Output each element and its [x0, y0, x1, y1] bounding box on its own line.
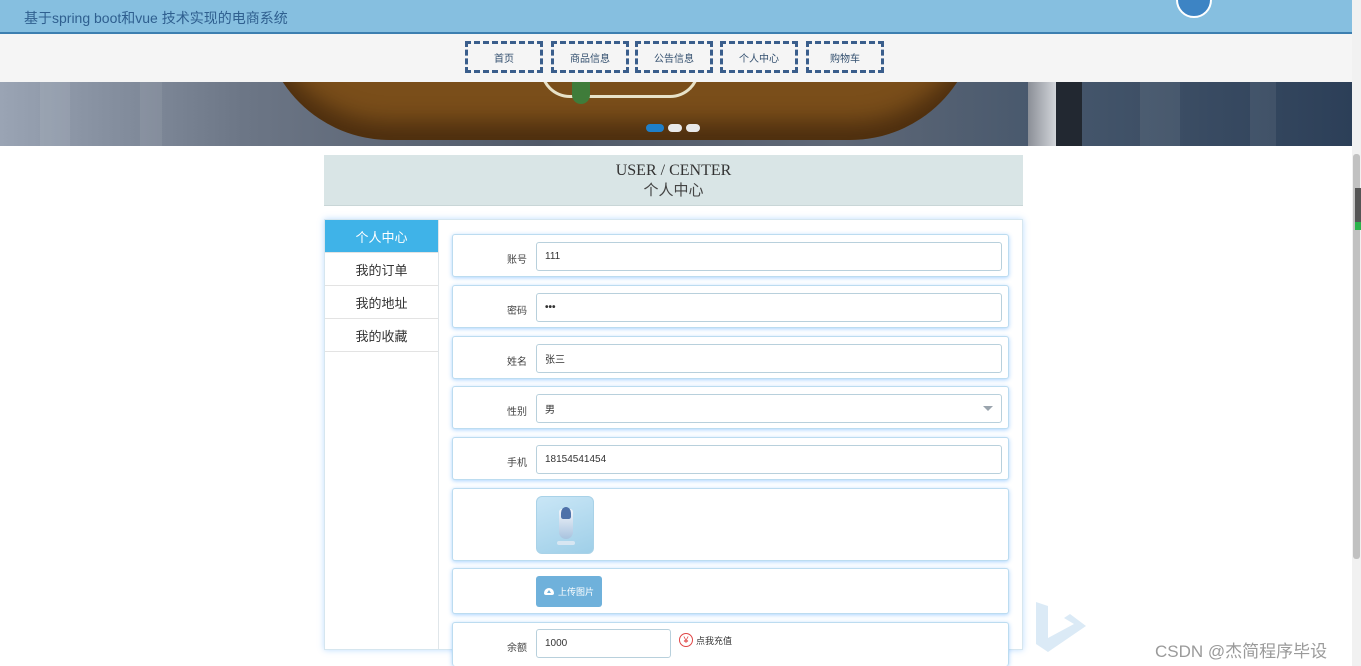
top-header: 基于spring boot和vue 技术实现的电商系统 [0, 0, 1352, 34]
balance-label: 余额 [507, 643, 527, 654]
gender-select[interactable]: 男 [536, 394, 1002, 423]
user-center-title-en: USER / CENTER [615, 162, 732, 179]
recharge-label: 点我充值 [696, 635, 733, 646]
chevron-down-icon [983, 406, 993, 411]
name-field[interactable] [536, 344, 1002, 373]
banner-carousel[interactable] [0, 82, 1352, 146]
phone-field[interactable] [536, 445, 1002, 474]
nav-cart[interactable]: 购物车 [806, 41, 884, 73]
nav-user-center[interactable]: 个人中心 [720, 41, 798, 73]
gender-selected-value: 男 [545, 405, 555, 416]
avatar-image[interactable] [536, 496, 594, 554]
sidebar-item-address[interactable]: 我的地址 [325, 286, 438, 319]
csdn-watermark: CSDN @杰简程序毕设 [1155, 642, 1328, 661]
carousel-dot-3[interactable] [686, 124, 700, 132]
password-label: 密码 [507, 306, 527, 317]
form-row-name: 姓名 [452, 336, 1009, 379]
account-field[interactable] [536, 242, 1002, 271]
name-label: 姓名 [507, 357, 527, 368]
upload-cloud-icon [543, 588, 554, 595]
nav-announcements[interactable]: 公告信息 [635, 41, 713, 73]
password-field[interactable]: ••• [536, 293, 1002, 322]
account-label: 账号 [507, 255, 527, 266]
form-row-gender: 性别 男 [452, 386, 1009, 429]
user-center-header: USER / CENTER 个人中心 [324, 155, 1023, 206]
yen-icon: ¥ [679, 633, 693, 647]
balance-field[interactable] [536, 629, 671, 658]
form-row-password: 密码 ••• [452, 285, 1009, 328]
nav-products[interactable]: 商品信息 [551, 41, 629, 73]
gender-label: 性别 [507, 407, 527, 418]
carousel-dot-2[interactable] [668, 124, 682, 132]
nav-home[interactable]: 首页 [465, 41, 543, 73]
form-row-phone: 手机 [452, 437, 1009, 480]
main-nav: 首页 商品信息 公告信息 个人中心 购物车 [0, 34, 1352, 82]
sidebar-item-user-center[interactable]: 个人中心 [325, 220, 438, 253]
upload-image-button[interactable]: 上传图片 [536, 576, 602, 607]
carousel-indicators [646, 124, 700, 132]
user-sidebar: 个人中心 我的订单 我的地址 我的收藏 [325, 220, 439, 649]
user-center-title-cn: 个人中心 [643, 183, 704, 199]
user-avatar[interactable] [1176, 0, 1212, 18]
sidebar-item-orders[interactable]: 我的订单 [325, 253, 438, 286]
sidebar-item-favorites[interactable]: 我的收藏 [325, 319, 438, 352]
recharge-link[interactable]: ¥ 点我充值 [679, 633, 732, 647]
form-row-account: 账号 [452, 234, 1009, 277]
upload-button-label: 上传图片 [557, 587, 594, 597]
phone-label: 手机 [507, 458, 527, 469]
form-row-upload: 上传图片 [452, 568, 1009, 614]
bing-logo-icon [1036, 602, 1086, 652]
page-scrollbar[interactable] [1352, 0, 1361, 666]
form-row-avatar [452, 488, 1009, 561]
form-row-balance: 余额 ¥ 点我充值 [452, 622, 1009, 666]
site-title: 基于spring boot和vue 技术实现的电商系统 [24, 10, 288, 26]
carousel-dot-1[interactable] [646, 124, 664, 132]
